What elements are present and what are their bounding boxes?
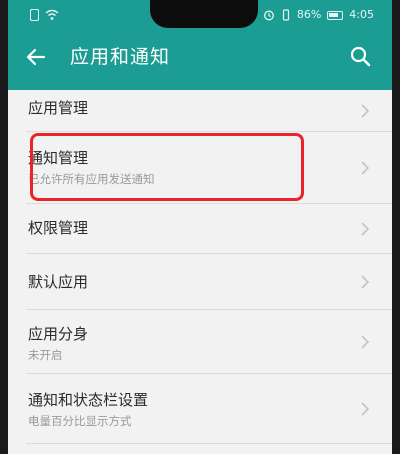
settings-item-label: 通知和状态栏设置 xyxy=(28,391,149,409)
battery-icon xyxy=(327,10,344,20)
status-bar-left xyxy=(30,7,59,23)
settings-item-default-apps[interactable]: 默认应用 xyxy=(8,254,392,310)
settings-item-label: 应用管理 xyxy=(28,99,89,117)
settings-item-label: 应用分身 xyxy=(28,325,89,343)
phone-screen: 86% 4:05 应用和通知 应用管理 通知管理 已允许所有应用发送通知 权限管… xyxy=(8,0,392,454)
highlight-box xyxy=(30,133,304,201)
settings-item-notification-status-bar[interactable]: 通知和状态栏设置 电量百分比显示方式 xyxy=(8,374,392,444)
settings-item-app-twin[interactable]: 应用分身 未开启 xyxy=(8,310,392,374)
battery-percent: 86% xyxy=(296,8,322,21)
settings-item-sublabel: 未开启 xyxy=(28,348,63,362)
status-bar-right: 86% 4:05 xyxy=(263,7,374,23)
page-title: 应用和通知 xyxy=(70,46,171,68)
chevron-right-icon xyxy=(361,335,370,349)
vibrate-icon xyxy=(282,9,289,21)
camera-notch xyxy=(150,0,258,28)
chevron-right-icon xyxy=(361,402,370,416)
settings-item-app-management[interactable]: 应用管理 xyxy=(8,90,392,132)
chevron-right-icon xyxy=(361,275,370,289)
settings-item-label: 默认应用 xyxy=(28,273,89,291)
settings-item-sublabel: 电量百分比显示方式 xyxy=(28,414,132,428)
settings-item-permission-management[interactable]: 权限管理 xyxy=(8,204,392,254)
wifi-icon xyxy=(45,9,59,20)
chevron-right-icon xyxy=(361,222,370,236)
app-bar: 应用和通知 xyxy=(8,36,392,78)
status-time: 4:05 xyxy=(349,8,374,21)
divider xyxy=(26,443,392,444)
search-icon[interactable] xyxy=(348,44,372,68)
settings-item-label: 权限管理 xyxy=(28,219,89,237)
app-header: 86% 4:05 应用和通知 xyxy=(8,0,392,90)
arrow-left-icon[interactable] xyxy=(24,45,48,69)
sim-card-icon xyxy=(30,9,39,21)
chevron-right-icon xyxy=(361,161,370,175)
alarm-icon xyxy=(263,10,274,21)
chevron-right-icon xyxy=(361,104,370,118)
